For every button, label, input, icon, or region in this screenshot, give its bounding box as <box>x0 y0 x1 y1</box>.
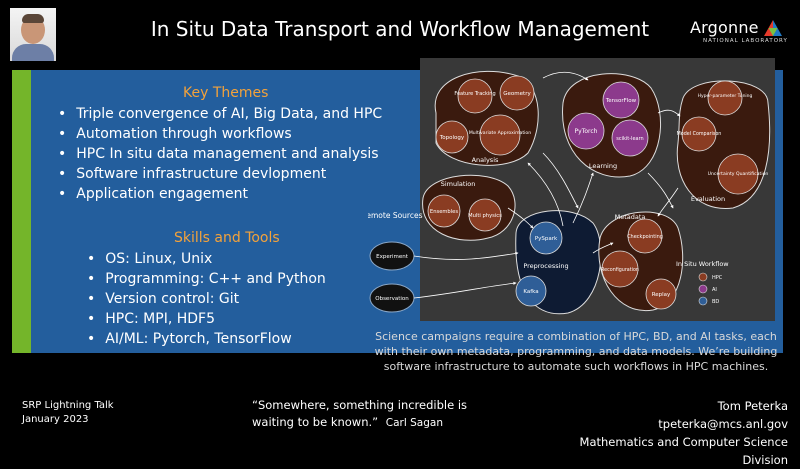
remote-sources-label: Remote Sources <box>368 211 423 220</box>
scikit-learn-label: scikit-learn <box>616 136 643 142</box>
author-name: Tom Peterka <box>717 399 788 413</box>
list-item: HPC In situ data management and analysis <box>58 144 382 164</box>
pyspark-label: PySpark <box>535 236 558 242</box>
preprocessing-label: Preprocessing <box>523 262 568 270</box>
list-item: Application engagement <box>58 184 382 204</box>
skills-heading: Skills and Tools <box>174 230 280 246</box>
legend-ai-label: AI <box>712 287 717 293</box>
list-item: Automation through workflows <box>58 124 382 144</box>
tensorflow-label: TensorFlow <box>605 98 637 104</box>
model-comparison-label: Model Comparison <box>677 131 722 137</box>
event-name: SRP Lightning Talk <box>22 400 114 411</box>
author-block: Tom Peterka tpeterka@mcs.anl.gov Mathema… <box>563 397 788 469</box>
pytorch-label: PyTorch <box>575 128 598 135</box>
multivariate-label: Multivariate Approximation <box>469 130 531 136</box>
workflow-diagram: Remote Sources Experiment Observation Fe… <box>368 58 775 321</box>
list-item: Version control: Git <box>87 289 326 309</box>
diagram-caption: Science campaigns require a combination … <box>374 330 778 373</box>
legend-bd-swatch <box>698 296 708 306</box>
key-themes-heading: Key Themes <box>183 85 269 101</box>
list-item: AI/ML: Pytorch, TensorFlow <box>87 329 326 349</box>
legend-ai-swatch <box>698 284 708 294</box>
key-themes-list: Triple convergence of AI, Big Data, and … <box>58 104 382 204</box>
legend-bd-label: BD <box>712 299 719 305</box>
list-item: HPC: MPI, HDF5 <box>87 309 326 329</box>
list-item: Programming: C++ and Python <box>87 269 326 289</box>
observation-label: Observation <box>375 296 409 302</box>
accent-bar <box>12 70 31 353</box>
quote-block: “Somewhere, something incredible is wait… <box>252 397 482 432</box>
analysis-label: Analysis <box>472 156 499 164</box>
list-item: Triple convergence of AI, Big Data, and … <box>58 104 382 124</box>
argonne-triangle-icon <box>764 20 782 36</box>
hyperparameter-label: Hyper-parameter Tuning <box>698 93 753 99</box>
multiphysics-label: Multi physics <box>468 213 502 219</box>
legend-hpc-swatch <box>698 272 708 282</box>
ensembles-label: Ensembles <box>430 209 458 215</box>
logo-subtitle: NATIONAL LABORATORY <box>703 38 788 44</box>
logo-word: Argonne <box>690 18 759 37</box>
author-division: Mathematics and Computer Science Divisio… <box>579 435 788 467</box>
slide-title: In Situ Data Transport and Workflow Mana… <box>150 17 650 41</box>
simulation-label: Simulation <box>441 180 476 188</box>
uncertainty-label: Uncertainty Quantification <box>708 171 769 177</box>
topology-label: Topology <box>439 135 465 141</box>
reconfiguration-label: Reconfiguration <box>601 267 639 273</box>
feature-tracking-label: Feature Tracking <box>454 91 495 97</box>
skills-list: OS: Linux, Unix Programming: C++ and Pyt… <box>87 249 326 349</box>
evaluation-label: Evaluation <box>691 195 725 203</box>
checkpointing-label: Checkpointing <box>627 234 663 240</box>
author-email[interactable]: tpeterka@mcs.anl.gov <box>563 415 788 433</box>
quote-author: Carl Sagan <box>385 417 443 429</box>
kafka-label: Kafka <box>523 289 538 295</box>
experiment-label: Experiment <box>376 254 409 260</box>
legend-hpc-label: HPC <box>712 275 723 281</box>
argonne-logo: Argonne NATIONAL LABORATORY <box>690 18 790 48</box>
learning-label: Learning <box>589 162 617 170</box>
list-item: Software infrastructure devlopment <box>58 164 382 184</box>
replay-label: Replay <box>652 292 671 298</box>
event-date: January 2023 <box>22 414 89 425</box>
legend-title: In Situ Workflow <box>676 260 729 268</box>
list-item: OS: Linux, Unix <box>87 249 326 269</box>
geometry-label: Geometry <box>503 91 531 97</box>
